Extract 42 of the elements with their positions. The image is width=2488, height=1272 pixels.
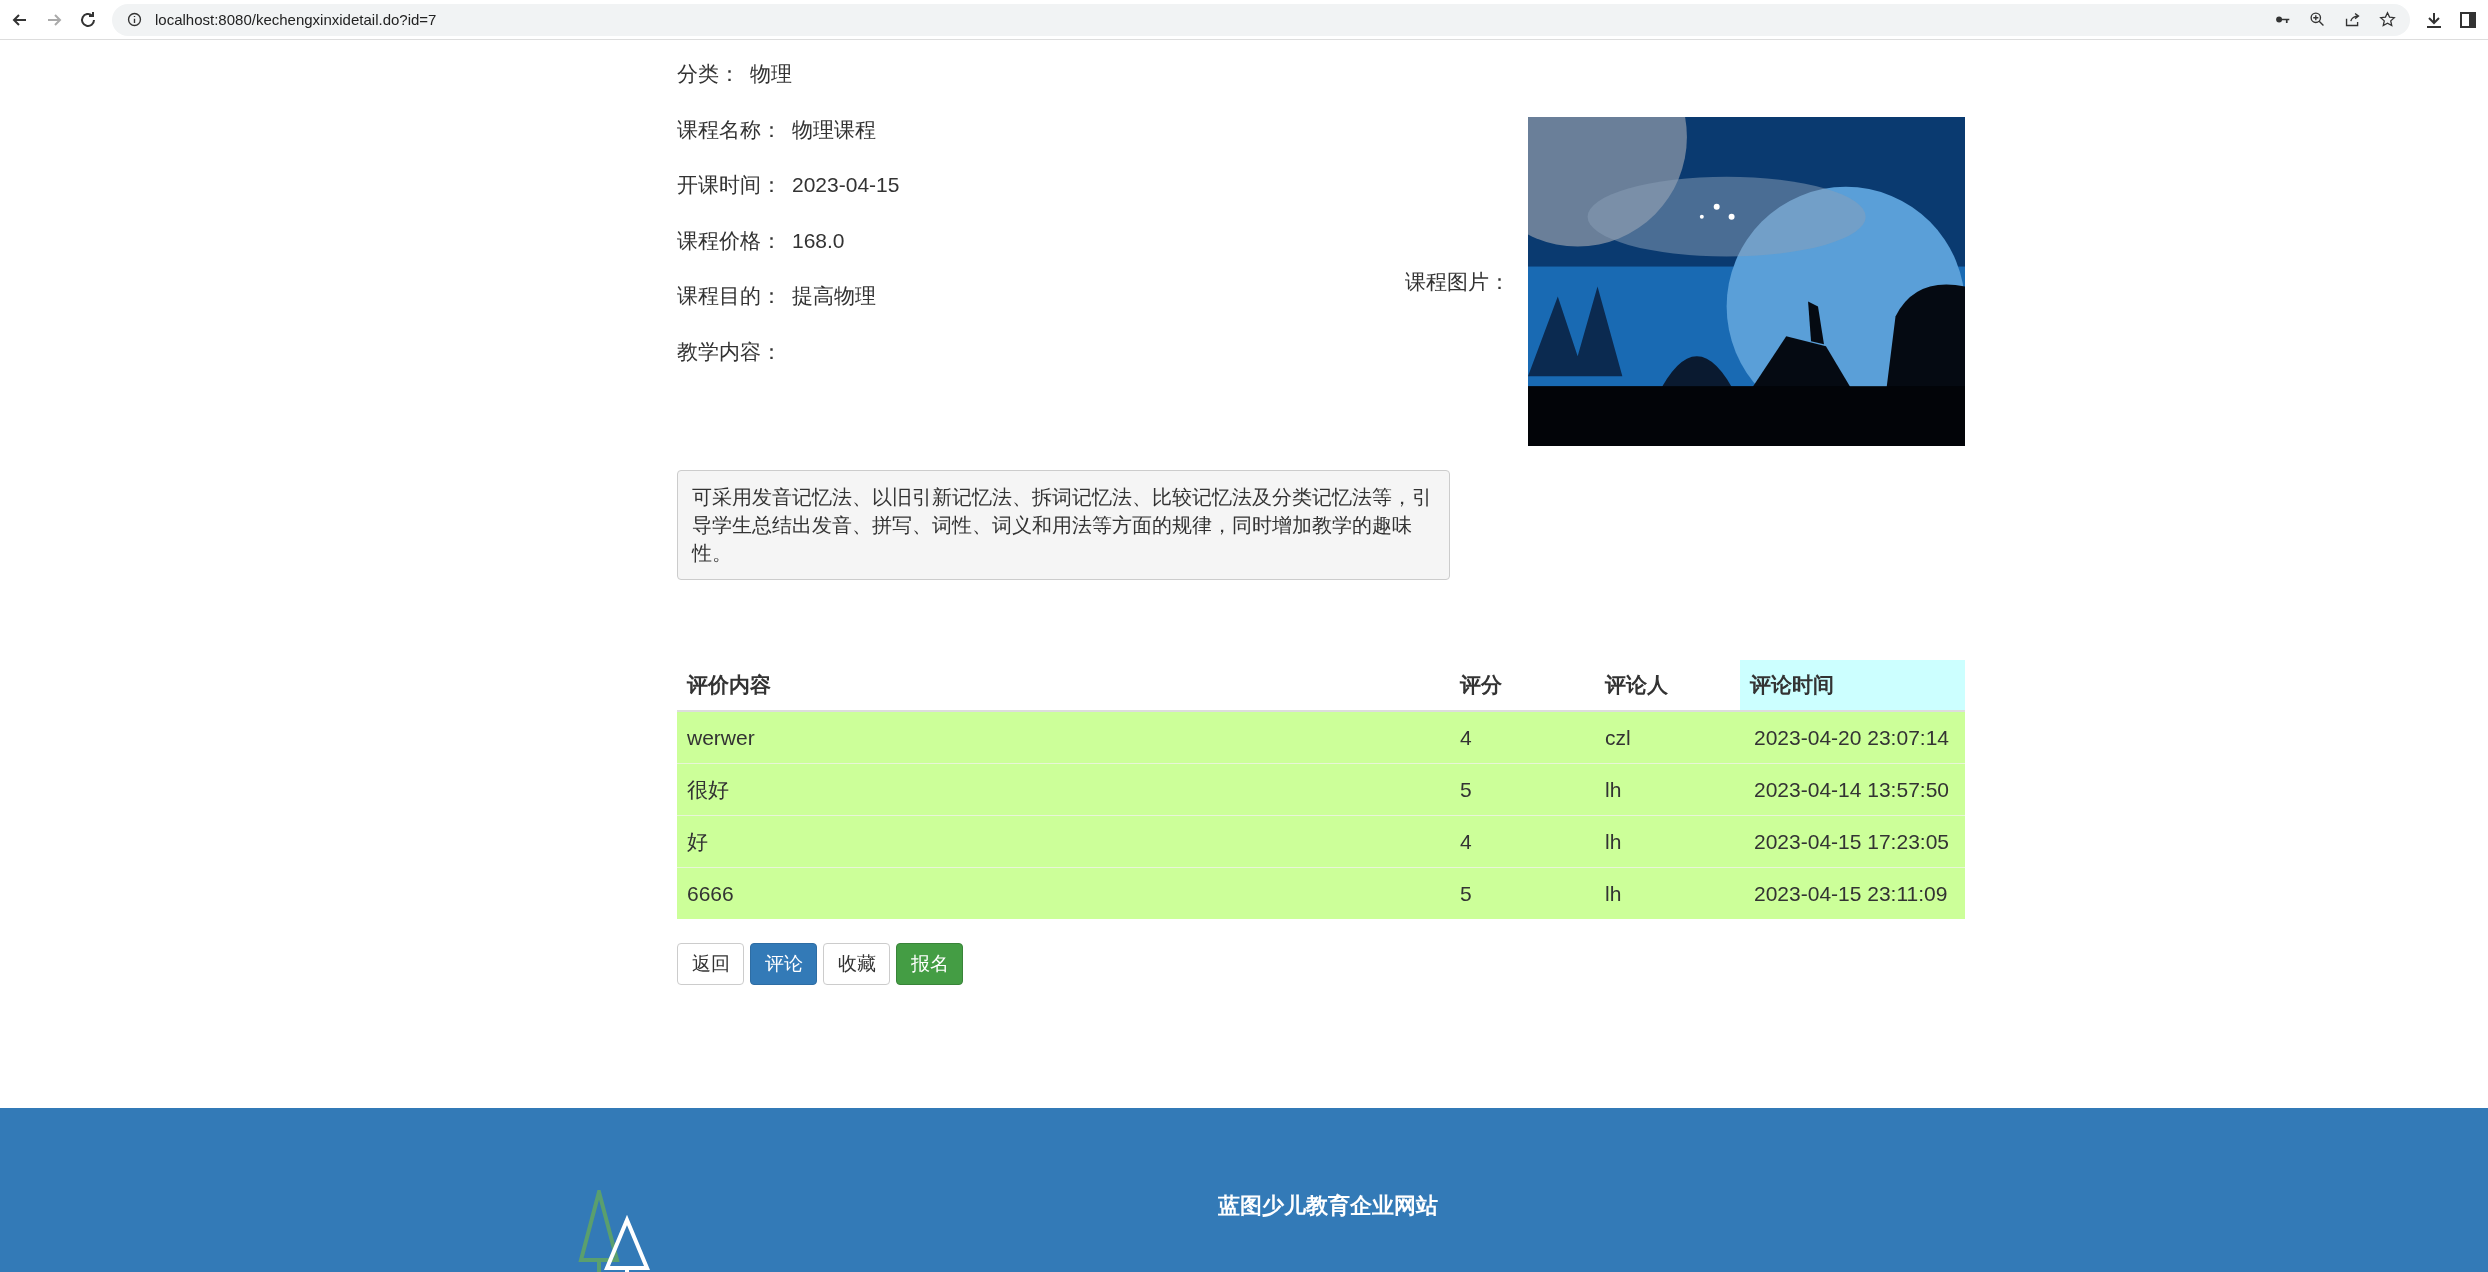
table-cell: 4 bbox=[1450, 711, 1595, 764]
table-cell: 2023-04-15 23:11:09 bbox=[1740, 867, 1965, 919]
field-label: 分类： bbox=[677, 61, 740, 87]
table-cell: 5 bbox=[1450, 867, 1595, 919]
share-icon[interactable] bbox=[2344, 11, 2361, 28]
side-panel-icon[interactable] bbox=[2458, 9, 2478, 30]
field-label: 开课时间： bbox=[677, 172, 782, 198]
table-cell: lh bbox=[1595, 763, 1740, 816]
field-value: 物理 bbox=[750, 61, 792, 87]
table-cell: lh bbox=[1595, 867, 1740, 919]
field-value: 168.0 bbox=[792, 228, 845, 253]
table-cell: 4 bbox=[1450, 815, 1595, 868]
info-icon[interactable] bbox=[126, 11, 143, 28]
star-icon[interactable] bbox=[2379, 11, 2396, 28]
table-cell: czl bbox=[1595, 711, 1740, 764]
address-bar[interactable]: localhost:8080/kechengxinxidetail.do?id=7 bbox=[112, 3, 2410, 36]
field-value: 2023-04-15 bbox=[792, 173, 900, 197]
field-label: 教学内容： bbox=[677, 338, 782, 365]
field-label: 课程价格： bbox=[677, 227, 782, 254]
table-cell: 好 bbox=[677, 815, 1450, 868]
action-button[interactable]: 收藏 bbox=[823, 943, 890, 985]
table-cell: werwer bbox=[677, 711, 1450, 764]
footer-title: 蓝图少儿教育企业网站 bbox=[1218, 1192, 1438, 1220]
table-cell: 2023-04-14 13:57:50 bbox=[1740, 763, 1965, 816]
table-cell: 2023-04-20 23:07:14 bbox=[1740, 711, 1965, 764]
field-label: 课程名称： bbox=[677, 116, 782, 143]
reload-icon[interactable] bbox=[78, 9, 98, 30]
table-cell: 6666 bbox=[677, 867, 1450, 919]
field-label: 课程目的： bbox=[677, 283, 782, 309]
tree-logo-icon[interactable] bbox=[577, 1190, 653, 1272]
action-button[interactable]: 返回 bbox=[677, 943, 744, 985]
table-cell: 2023-04-15 17:23:05 bbox=[1740, 815, 1965, 868]
field-value: 物理课程 bbox=[792, 116, 876, 143]
zoom-icon[interactable] bbox=[2309, 11, 2326, 28]
field-value: 提高物理 bbox=[792, 283, 876, 309]
column-header: 评论时间 bbox=[1740, 660, 1965, 711]
table-cell: 很好 bbox=[677, 763, 1450, 816]
field-label: 课程图片： bbox=[1405, 268, 1510, 295]
table-cell: lh bbox=[1595, 815, 1740, 868]
table-cell: 5 bbox=[1450, 763, 1595, 816]
action-button[interactable]: 评论 bbox=[750, 943, 817, 985]
content-box: 可采用发音记忆法、以旧引新记忆法、拆词记忆法、比较记忆法及分类记忆法等，引导学生总结出发音、拼写、词性、词义和用法等方面的规律，同时增加教学的趣味性。 bbox=[677, 470, 1450, 580]
